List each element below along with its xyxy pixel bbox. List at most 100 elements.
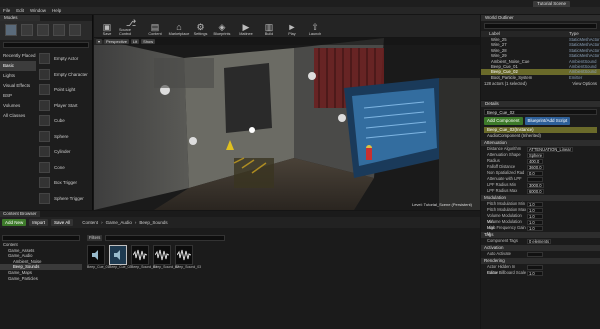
content-button[interactable]: ▤ Content [144, 15, 166, 37]
place-item[interactable]: Sphere [37, 129, 92, 145]
asset-tile[interactable]: Beep_Sound_01 [131, 245, 158, 269]
place-item[interactable]: Player Start [37, 98, 92, 114]
asset-search-input[interactable] [105, 235, 226, 241]
mode-category[interactable]: BSP [0, 91, 36, 101]
save-all-button[interactable]: Save All [51, 219, 74, 226]
viewport-control[interactable]: Show [141, 39, 156, 44]
asset-tile-label: Beep_Sound_01 [131, 265, 158, 269]
place-item[interactable]: Empty Actor [37, 51, 92, 67]
property-value-field[interactable]: 6000.0 [527, 188, 544, 194]
property-value-field[interactable]: 1.0 [527, 201, 543, 207]
outliner-tab[interactable]: World Outliner [481, 15, 600, 21]
build-button[interactable]: ▥ Build [258, 15, 280, 37]
play-button[interactable]: ► Play [281, 15, 303, 37]
add-component-button[interactable]: Add Component [484, 117, 523, 125]
import-button[interactable]: Import [29, 219, 49, 226]
place-item[interactable]: Point Light [37, 82, 92, 98]
breadcrumb-separator-icon: › [101, 220, 103, 225]
property-value-field[interactable] [527, 264, 543, 270]
save-button[interactable]: ▣ Save [96, 15, 118, 37]
property-value-field[interactable]: ATTENUATION_Linear [527, 146, 573, 152]
asset-tile[interactable]: Beep_Sound_03 [175, 245, 201, 269]
folder-tree-item[interactable]: Game_Particles [0, 276, 82, 282]
place-item-label: Empty Character [54, 71, 88, 77]
launch-button[interactable]: ⇧ Launch [304, 15, 326, 37]
light-sprite [249, 127, 255, 133]
mode-category[interactable]: All Classes [0, 111, 36, 121]
property-value-field[interactable] [527, 176, 543, 182]
property-value-field[interactable]: 3000.0 [527, 182, 544, 188]
place-item[interactable]: Cone [37, 160, 92, 176]
property-value-field[interactable]: 3600.0 [527, 164, 544, 170]
breadcrumb-item[interactable]: Game_Audio [106, 220, 132, 225]
geometry-mode-icon[interactable] [69, 24, 81, 36]
asset-tile-label: Beep_Sound_02 [153, 265, 180, 269]
details-tab[interactable]: Details [481, 101, 600, 107]
outliner-search-input[interactable] [484, 23, 597, 29]
foliage-mode-icon[interactable] [53, 24, 65, 36]
viewport-control[interactable]: Lit [130, 39, 140, 44]
place-mode-icon[interactable] [5, 24, 17, 36]
viewport-scene [94, 38, 480, 210]
property-value-field[interactable]: 0.0 [527, 170, 543, 176]
blueprints-button[interactable]: ◈ Blueprints [210, 15, 234, 37]
outliner-row[interactable]: Boot_Particle_System Emitter [481, 75, 600, 80]
launch-icon: ⇧ [311, 22, 319, 32]
sound-wave-icon [131, 245, 149, 265]
blueprint-script-button[interactable]: Blueprint/Add Script [524, 117, 571, 125]
sound-icon-2 [189, 137, 197, 145]
viewport-controls: ▾ Perspective Lit Show [94, 38, 480, 45]
mode-icons-bar [0, 21, 92, 40]
matinee-button[interactable]: ▶ Matinee [235, 15, 257, 37]
property-value-field[interactable]: 400.0 [527, 158, 543, 164]
place-item[interactable]: Cube [37, 113, 92, 129]
place-item-thumbnail-icon [39, 53, 50, 65]
component-audio[interactable]: AudioComponent (Inherited) [484, 133, 597, 139]
property-value-field[interactable]: Sphere [527, 152, 545, 158]
view-options-button[interactable]: View Options [572, 81, 597, 86]
menu-file[interactable]: File [3, 8, 10, 13]
place-item[interactable]: Box Trigger [37, 175, 92, 191]
marketplace-button[interactable]: ⌂ Marketplace [167, 15, 191, 37]
property-value-field[interactable]: 1.0 [527, 270, 543, 276]
menu-edit[interactable]: Edit [16, 8, 24, 13]
property-value-field[interactable]: 1.0 [527, 219, 543, 225]
property-value-field[interactable] [527, 251, 543, 257]
asset-tile[interactable]: Beep_Cue_01 [87, 245, 109, 269]
property-value-field[interactable]: 1.0 [527, 225, 543, 231]
marketplace-icon: ⌂ [176, 22, 182, 32]
blueprints-icon: ◈ [218, 22, 226, 32]
mode-category[interactable]: Recently Placed [0, 51, 36, 61]
viewport-control[interactable]: ▾ [96, 39, 103, 44]
level-viewport[interactable]: ▾ Perspective Lit Show Level: Tutorial_Scen… [94, 38, 480, 210]
breadcrumb-item[interactable]: Content [82, 220, 98, 225]
actor-name-field[interactable]: Beep_Cue_02 [484, 109, 597, 115]
mode-category[interactable]: Basic [0, 61, 36, 71]
paint-mode-icon[interactable] [21, 24, 33, 36]
filters-button[interactable]: Filters [87, 235, 103, 241]
mode-category[interactable]: Visual Effects [0, 81, 36, 91]
settings-button[interactable]: ⚙ Settings [192, 15, 209, 37]
landscape-mode-icon[interactable] [37, 24, 49, 36]
property-value-field[interactable]: 1.0 [527, 207, 543, 213]
property-value-field[interactable]: 0 elements [527, 238, 552, 244]
menu-window[interactable]: Window [30, 8, 46, 13]
place-item[interactable]: Cylinder [37, 144, 92, 160]
menu-help[interactable]: Help [52, 8, 61, 13]
mode-category[interactable]: Lights [0, 71, 36, 81]
asset-tile[interactable]: Beep_Sound_02 [153, 245, 180, 269]
content-browser-tab[interactable]: Content Browser [0, 211, 40, 217]
add-new-button[interactable]: Add New [2, 219, 27, 226]
main-toolbar: ▣ Save ⎇ Source Control ▤ Content ⌂ Marketplace… [94, 15, 480, 37]
mode-category[interactable]: Volumes [0, 101, 36, 111]
source-control-button[interactable]: ⎇ Source Control [119, 15, 143, 37]
place-list: Empty Actor Empty Character Point Light Pla… [37, 51, 92, 206]
property-value-field[interactable]: 1.0 [527, 213, 543, 219]
place-item[interactable]: Sphere Trigger [37, 191, 92, 207]
place-item[interactable]: Empty Character [37, 67, 92, 83]
breadcrumb-item[interactable]: Beep_Sounds [139, 220, 167, 225]
modes-search-input[interactable] [3, 42, 89, 48]
asset-tile[interactable]: Beep_Cue_02 [109, 245, 131, 269]
folder-search-input[interactable] [2, 235, 80, 241]
viewport-control[interactable]: Perspective [104, 39, 129, 44]
